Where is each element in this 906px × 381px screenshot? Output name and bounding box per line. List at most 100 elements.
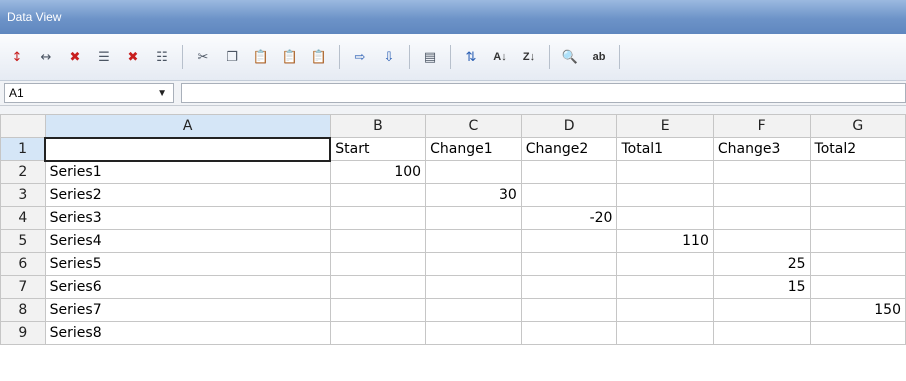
cell[interactable]: Series4 xyxy=(44,229,331,253)
cell[interactable]: Series8 xyxy=(44,321,331,345)
cell[interactable] xyxy=(44,136,332,162)
export-icon[interactable]: ⇩ xyxy=(378,46,400,68)
cell[interactable] xyxy=(712,229,811,253)
cell[interactable]: Change1 xyxy=(425,137,522,161)
cell[interactable] xyxy=(329,298,427,322)
cell[interactable] xyxy=(616,321,714,345)
row-header[interactable]: 1 xyxy=(0,137,46,161)
row-header[interactable]: 8 xyxy=(0,298,46,322)
cell[interactable] xyxy=(425,160,522,184)
cell[interactable]: 30 xyxy=(425,183,522,207)
cell-reference-box[interactable]: A1 ▼ xyxy=(4,83,174,103)
cell[interactable] xyxy=(809,160,906,184)
cell[interactable]: Series5 xyxy=(44,252,331,276)
replace-icon[interactable]: ab xyxy=(588,46,610,68)
cell[interactable] xyxy=(425,206,522,230)
insert-column-icon[interactable]: ↔ xyxy=(35,46,57,68)
row-header[interactable]: 4 xyxy=(0,206,46,230)
sort-descending-icon[interactable]: Z↓ xyxy=(518,46,540,68)
column-header[interactable]: G xyxy=(809,114,906,138)
cell[interactable] xyxy=(520,160,618,184)
cell[interactable] xyxy=(425,252,522,276)
cell[interactable] xyxy=(809,252,906,276)
insert-row-icon[interactable]: ↕ xyxy=(6,46,28,68)
cell[interactable] xyxy=(425,321,522,345)
cell[interactable] xyxy=(809,206,906,230)
cell[interactable] xyxy=(809,275,906,299)
insert-rows-icon[interactable]: ☰ xyxy=(93,46,115,68)
properties-icon[interactable]: ▤ xyxy=(419,46,441,68)
cell[interactable]: Series3 xyxy=(44,206,331,230)
cell[interactable]: 150 xyxy=(809,298,906,322)
cell[interactable] xyxy=(809,321,906,345)
chevron-down-icon[interactable]: ▼ xyxy=(157,88,167,99)
formula-input[interactable] xyxy=(181,83,906,103)
cell[interactable] xyxy=(520,183,618,207)
cell[interactable] xyxy=(616,183,714,207)
cell[interactable] xyxy=(425,229,522,253)
cell[interactable] xyxy=(616,160,714,184)
cell[interactable] xyxy=(329,229,427,253)
cell[interactable] xyxy=(520,275,618,299)
cell[interactable] xyxy=(329,275,427,299)
row-header[interactable]: 5 xyxy=(0,229,46,253)
cell[interactable] xyxy=(712,206,811,230)
switch-row-column-icon[interactable]: ⇅ xyxy=(460,46,482,68)
column-header[interactable]: E xyxy=(616,114,714,138)
cell[interactable]: Total1 xyxy=(616,137,714,161)
cell[interactable] xyxy=(616,252,714,276)
paste-special-icon[interactable]: 📋 xyxy=(279,46,301,68)
column-header[interactable]: C xyxy=(425,114,522,138)
paste-values-icon[interactable]: 📋 xyxy=(308,46,330,68)
cell[interactable]: Start xyxy=(329,137,427,161)
cell[interactable]: Series7 xyxy=(44,298,331,322)
cell[interactable] xyxy=(329,183,427,207)
column-header[interactable]: B xyxy=(329,114,427,138)
sort-ascending-icon[interactable]: A↓ xyxy=(489,46,511,68)
cell[interactable]: Change3 xyxy=(712,137,811,161)
cell[interactable] xyxy=(712,183,811,207)
cell[interactable] xyxy=(329,252,427,276)
paste-icon[interactable]: 📋 xyxy=(250,46,272,68)
cut-icon[interactable]: ✂ xyxy=(192,46,214,68)
cell[interactable] xyxy=(616,298,714,322)
column-header[interactable]: A xyxy=(44,114,331,138)
cell[interactable] xyxy=(712,298,811,322)
row-header[interactable]: 2 xyxy=(0,160,46,184)
delete-row-icon[interactable]: ✖ xyxy=(64,46,86,68)
cell[interactable] xyxy=(425,275,522,299)
row-header[interactable]: 6 xyxy=(0,252,46,276)
insert-columns-icon[interactable]: ☷ xyxy=(151,46,173,68)
cell[interactable]: 110 xyxy=(616,229,714,253)
cell[interactable]: 15 xyxy=(712,275,811,299)
cell[interactable]: Series1 xyxy=(44,160,331,184)
cell[interactable]: Series6 xyxy=(44,275,331,299)
cell[interactable] xyxy=(520,252,618,276)
cell[interactable] xyxy=(712,321,811,345)
cell[interactable] xyxy=(616,275,714,299)
cell[interactable] xyxy=(425,298,522,322)
row-header[interactable]: 9 xyxy=(0,321,46,345)
copy-icon[interactable]: ❐ xyxy=(221,46,243,68)
column-header[interactable]: F xyxy=(712,114,811,138)
cell[interactable] xyxy=(520,321,618,345)
cell[interactable]: -20 xyxy=(520,206,618,230)
select-all-corner[interactable] xyxy=(0,114,46,138)
cell[interactable]: 25 xyxy=(712,252,811,276)
import-icon[interactable]: ⇨ xyxy=(349,46,371,68)
cell[interactable] xyxy=(520,229,618,253)
find-icon[interactable]: 🔍 xyxy=(559,46,581,68)
row-header[interactable]: 7 xyxy=(0,275,46,299)
cell[interactable] xyxy=(809,229,906,253)
cell[interactable] xyxy=(809,183,906,207)
column-header[interactable]: D xyxy=(520,114,618,138)
cell[interactable] xyxy=(329,206,427,230)
cell[interactable]: Series2 xyxy=(44,183,331,207)
cell[interactable]: 100 xyxy=(329,160,427,184)
cell[interactable] xyxy=(520,298,618,322)
cell[interactable] xyxy=(616,206,714,230)
cell[interactable]: Total2 xyxy=(809,137,906,161)
cell[interactable] xyxy=(712,160,811,184)
delete-column-icon[interactable]: ✖ xyxy=(122,46,144,68)
row-header[interactable]: 3 xyxy=(0,183,46,207)
